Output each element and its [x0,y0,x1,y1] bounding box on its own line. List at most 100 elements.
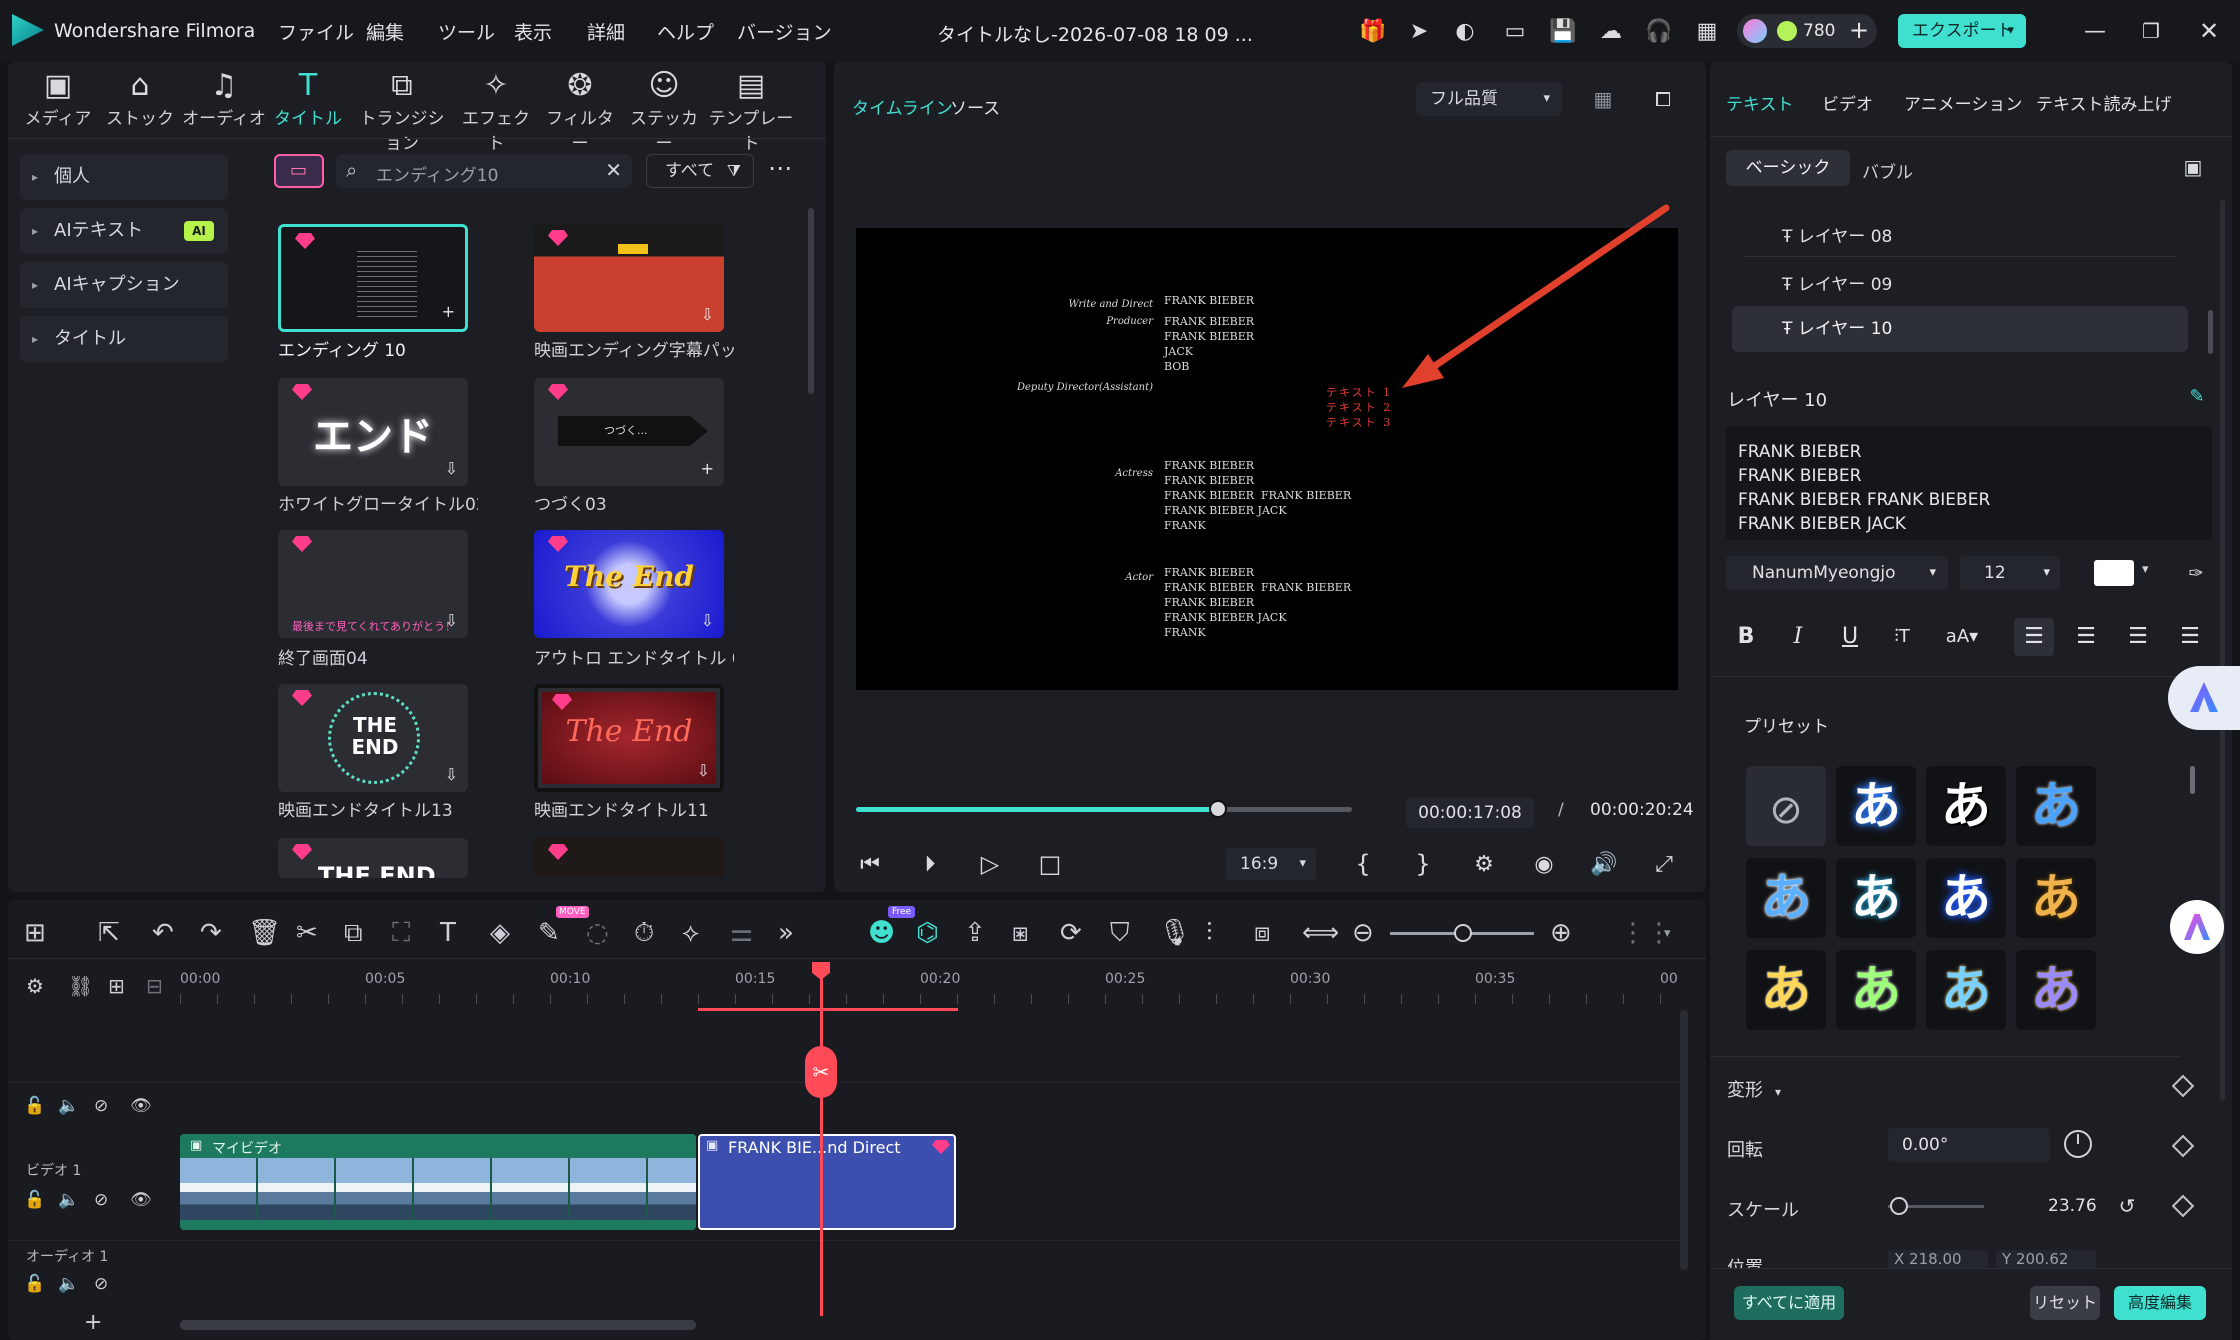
template-thumb-tsuzuku[interactable]: つづく... + [534,378,724,486]
favorites-toggle[interactable]: ▭ [274,154,324,188]
italic-button[interactable]: I [1778,618,1818,656]
download-icon[interactable]: ⇩ [445,765,458,784]
assistant-floating-icon[interactable] [2168,666,2240,730]
position-x-input[interactable]: X 218.00 [1888,1250,1988,1268]
headset-icon[interactable]: 🎧 [1644,16,1674,46]
split-icon[interactable]: ✂ [296,918,318,948]
layer-item[interactable]: Ŧ レイヤー 09 [1782,270,1892,295]
preset-style[interactable]: あ [2016,766,2096,846]
track-eye-icon[interactable]: 👁 [130,1096,152,1116]
download-icon[interactable]: ⇩ [701,611,714,630]
volume-icon[interactable]: 🔊 [1588,848,1620,880]
preset-style[interactable]: あ [1836,858,1916,938]
shield-icon[interactable]: ⛉ [1110,918,1130,949]
mark-in-icon[interactable]: { [1348,848,1378,880]
smart-cut-icon[interactable]: ⌬ [916,918,939,948]
adjust-icon[interactable]: ⚌ [730,918,753,948]
template-thumb-outro[interactable]: The End ⇩ [534,530,724,638]
minimize-icon[interactable]: — [2080,16,2110,46]
tab-media[interactable]: ▣ メディア [16,68,100,138]
filter-dropdown[interactable]: すべて ⧩ [646,154,754,188]
scale-slider-handle[interactable] [1890,1197,1908,1215]
layer-item-selected[interactable]: Ŧ レイヤー 10 [1732,306,2188,352]
tab-title[interactable]: T タイトル [266,68,350,138]
preset-style[interactable]: あ [1836,766,1916,846]
cloud-icon[interactable]: ☁ [1596,16,1626,46]
ai-floating-icon[interactable] [2170,900,2224,954]
tab-transition[interactable]: ⧉ トランジション [356,68,448,154]
apps-grid-icon[interactable]: ▦ [1692,16,1722,46]
clear-search-icon[interactable]: ✕ [605,158,622,182]
menu-help[interactable]: ヘルプ [657,18,714,45]
tab-sticker[interactable]: ☺ ステッカー [622,68,706,154]
collapse-icon[interactable]: ⊟ [146,974,163,998]
effects-icon[interactable]: ⟳ [1060,918,1082,948]
eyedropper-icon[interactable]: ✑ [2182,558,2210,588]
stop-icon[interactable]: □ [1032,848,1068,880]
track-settings-icon[interactable]: ⚙ [26,974,44,998]
track-mute-icon[interactable]: 🔈 [58,1096,79,1116]
playhead-line[interactable] [820,966,823,1316]
tab-template[interactable]: ▤ テンプレート [706,68,796,154]
download-icon[interactable]: ⇩ [697,761,710,780]
template-thumb-white-glow[interactable]: エンド ⇩ [278,378,468,486]
ai-face-icon[interactable]: ☻ [868,918,895,948]
keyframe-tool-icon[interactable]: ⟡ [682,918,699,949]
category-title[interactable]: タイトル [20,316,228,362]
preset-style[interactable]: あ [1746,858,1826,938]
zoom-slider-handle[interactable] [1454,924,1472,942]
tab-effect[interactable]: ✧ エフェクト [454,68,538,154]
preset-style[interactable]: あ [2016,950,2096,1030]
apply-all-button[interactable]: すべてに適用 [1734,1286,1844,1320]
fullscreen-icon[interactable]: ⤢ [1648,848,1680,880]
reset-button[interactable]: リセット [2030,1286,2100,1320]
preset-style[interactable]: あ [1926,858,2006,938]
ratio-dropdown[interactable]: 16:9 ▾ [1226,848,1316,880]
tab-timeline[interactable]: タイムライン [852,94,953,119]
export-button[interactable]: エクスポート ▾ [1898,14,2026,48]
preset-style[interactable]: あ [1746,950,1826,1030]
text-tool-icon[interactable]: T [440,918,456,948]
preset-style[interactable]: あ [1926,766,2006,846]
menu-file[interactable]: ファイル [278,18,354,45]
detach-icon[interactable]: ⧉ [344,918,363,949]
preset-scrollbar[interactable] [2190,766,2195,794]
line-spacing-icon[interactable]: ⫶T [1882,618,1922,656]
zoom-in-icon[interactable]: ⊕ [1550,918,1572,948]
props-scrollbar[interactable] [2220,200,2225,1100]
category-personal[interactable]: 個人 [20,154,228,200]
add-audio-track-icon[interactable]: + [84,1310,102,1335]
progress-handle[interactable] [1209,800,1228,818]
layer-item[interactable]: Ŧ レイヤー 08 [1782,222,1892,247]
video-clip[interactable]: ▣ マイビデオ [180,1134,696,1230]
track-hide-icon[interactable]: ⊘ [94,1190,108,1210]
close-icon[interactable]: ✕ [2194,16,2224,46]
color-picker[interactable] [2094,560,2134,586]
export-clip-icon[interactable]: ⇪ [964,918,986,948]
align-right-icon[interactable]: ☰ [2066,618,2106,656]
add-track-icon[interactable]: ⊞ [108,974,125,998]
tab-source[interactable]: ソース [950,94,1000,119]
speed-icon[interactable]: ⏱ [634,918,654,949]
tab-tts[interactable]: テキスト読み上げ [2036,90,2172,115]
play-icon[interactable]: ▷ [972,848,1008,880]
tab-video[interactable]: ビデオ [1822,90,1873,115]
position-y-input[interactable]: Y 200.62 [1996,1250,2096,1268]
preset-none[interactable]: ⊘ [1746,766,1826,846]
template-thumb-end-screen[interactable]: 最後まで見てくれてありがとう！ ⇩ [278,530,468,638]
delete-icon[interactable]: 🗑 [248,918,281,948]
grid-view-icon[interactable]: ▦ [1588,86,1618,112]
menu-version[interactable]: バージョン [737,18,832,45]
mask-icon[interactable]: ◈ [490,918,510,948]
font-size-dropdown[interactable]: 12 ▾ [1960,556,2060,590]
align-justify-icon[interactable]: ☰ [2170,618,2210,656]
font-dropdown[interactable]: NanumMyeongjo ▾ [1726,556,1948,590]
loading-icon[interactable]: ◌ [586,918,609,948]
quality-dropdown[interactable]: フル品質 ▾ [1416,82,1562,116]
scale-value[interactable]: 23.76 [2048,1196,2097,1216]
underline-button[interactable]: U [1830,618,1870,656]
layers-scrollbar[interactable] [2208,310,2213,354]
reset-icon[interactable]: ↺ [2114,1192,2140,1220]
zoom-out-icon[interactable]: ⊖ [1352,918,1374,948]
mark-out-icon[interactable]: } [1408,848,1438,880]
